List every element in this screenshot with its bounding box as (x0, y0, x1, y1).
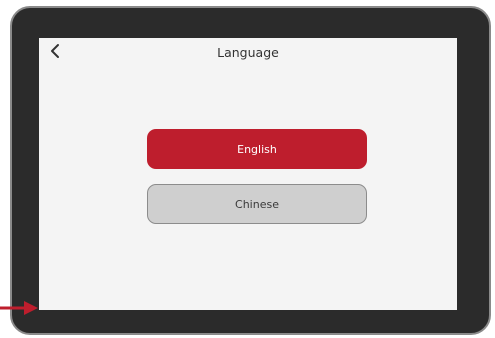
device-screen: Language English Chinese (39, 38, 457, 310)
page-title: Language (217, 45, 279, 60)
arrow-right-icon (0, 301, 38, 315)
language-option-chinese[interactable]: Chinese (147, 184, 367, 224)
device-illustration: Language English Chinese (0, 0, 495, 338)
language-option-english[interactable]: English (147, 129, 367, 169)
